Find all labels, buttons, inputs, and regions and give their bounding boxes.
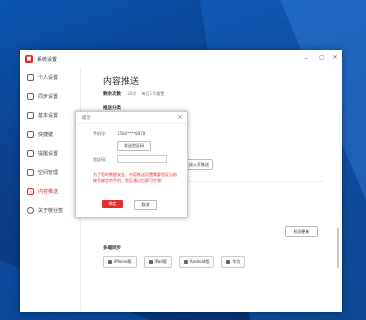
dialog-title: 提示 bbox=[82, 116, 91, 121]
phone-label: 手机号: bbox=[93, 131, 107, 136]
info-icon bbox=[27, 207, 34, 214]
gear-icon bbox=[27, 112, 34, 119]
sidebar: 个人设置 同步设置 基本设置 快捷键 提醒设置 空间管理 内容推送 关于敬业签 bbox=[20, 68, 81, 312]
app-logo-icon: ■ bbox=[25, 55, 33, 63]
remaining-note: 每日1号重置 bbox=[141, 91, 165, 96]
device-list: iPhone版 iPad版 Android版 华为 bbox=[103, 256, 246, 268]
push-icon bbox=[27, 188, 34, 195]
sidebar-item-shortcuts[interactable]: 快捷键 bbox=[20, 125, 80, 144]
scrollbar[interactable] bbox=[337, 228, 339, 268]
minimize-button[interactable]: – bbox=[300, 54, 312, 62]
sidebar-item-reminder[interactable]: 提醒设置 bbox=[20, 144, 80, 163]
bell-icon bbox=[27, 150, 34, 157]
confirm-button[interactable]: 确定 bbox=[102, 200, 123, 208]
check-update-button[interactable]: 检测更新 bbox=[285, 226, 318, 237]
title-bar[interactable]: ■ 系统设置 – ▢ ✕ bbox=[20, 50, 342, 68]
device-android-button[interactable]: Android版 bbox=[178, 256, 215, 268]
code-input[interactable] bbox=[117, 155, 167, 163]
dialog-divider bbox=[76, 123, 187, 124]
code-label: 验证码: bbox=[93, 157, 107, 162]
device-iphone-button[interactable]: iPhone版 bbox=[103, 256, 137, 268]
user-icon bbox=[27, 74, 34, 81]
sync-icon bbox=[27, 93, 34, 100]
device-ipad-button[interactable]: iPad版 bbox=[143, 256, 172, 268]
sidebar-item-basic[interactable]: 基本设置 bbox=[20, 106, 80, 125]
multi-sync-heading: 多端同步 bbox=[103, 246, 121, 251]
apple-icon bbox=[148, 260, 153, 264]
cancel-button[interactable]: 取消 bbox=[134, 200, 157, 210]
sidebar-item-space[interactable]: 空间管理 bbox=[20, 163, 80, 182]
huawei-icon bbox=[226, 260, 231, 264]
maximize-button[interactable]: ▢ bbox=[316, 54, 328, 61]
warning-text: 为了您的数据安全，内容推送设置需要验证当前账号绑定的手机，验证通过后即可生效! bbox=[93, 172, 177, 183]
device-huawei-button[interactable]: 华为 bbox=[221, 256, 246, 268]
sidebar-item-push[interactable]: 内容推送 bbox=[20, 182, 80, 201]
remaining-count: 剩余次数 30次 每日1号重置 bbox=[103, 91, 164, 97]
sidebar-item-about[interactable]: 关于敬业签 bbox=[20, 201, 80, 220]
phone-value: 1584****8978 bbox=[117, 131, 146, 136]
folder-icon bbox=[27, 169, 34, 176]
dialog-close-icon[interactable]: × bbox=[177, 113, 183, 121]
android-icon bbox=[183, 260, 188, 264]
window-title: 系统设置 bbox=[37, 56, 58, 63]
remaining-label: 剩余次数 bbox=[103, 92, 121, 97]
remaining-value: 30次 bbox=[127, 91, 137, 96]
page-title: 内容推送 bbox=[103, 77, 140, 87]
apple-icon bbox=[108, 260, 112, 264]
sidebar-item-personal[interactable]: 个人设置 bbox=[20, 68, 80, 87]
keyboard-icon bbox=[27, 131, 34, 138]
close-button[interactable]: ✕ bbox=[329, 54, 341, 61]
sidebar-item-sync[interactable]: 同步设置 bbox=[20, 87, 80, 106]
verify-dialog: 提示 × 手机号: 1584****8978 发送验证码 验证码: 为了您的数据… bbox=[75, 111, 188, 218]
send-code-button[interactable]: 发送验证码 bbox=[117, 141, 151, 151]
